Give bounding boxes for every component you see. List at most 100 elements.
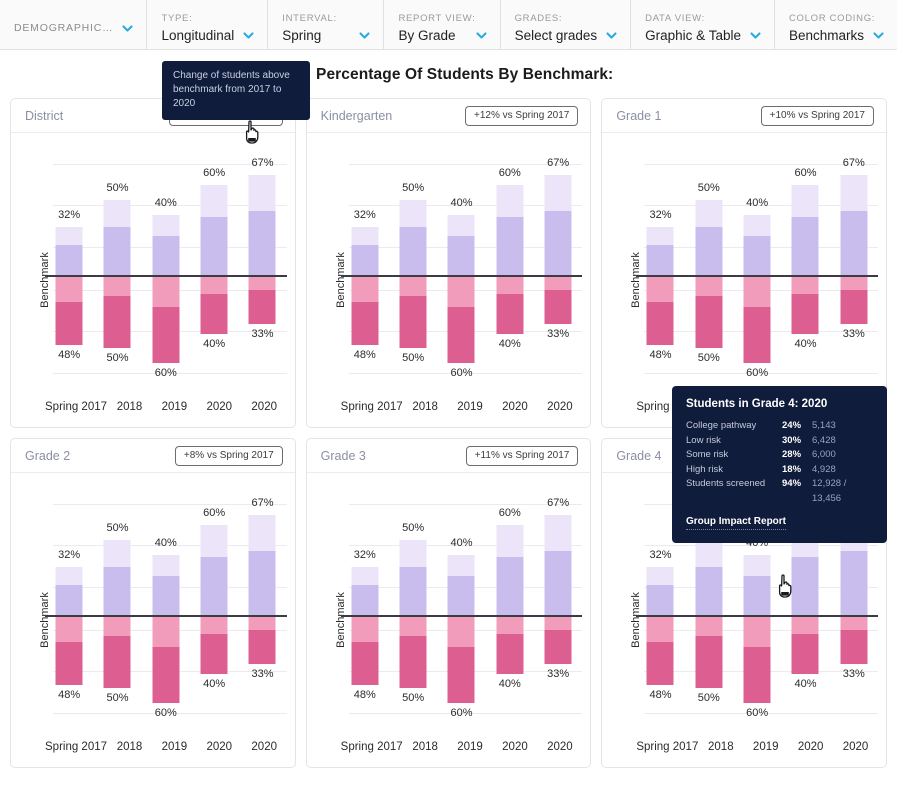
- benchmark-line: [340, 275, 583, 277]
- stacked-bar[interactable]: [248, 175, 276, 324]
- stacked-bar[interactable]: [200, 525, 228, 674]
- bar-column[interactable]: 67% 33%: [238, 481, 286, 731]
- stacked-bar[interactable]: [447, 215, 475, 363]
- stacked-bar[interactable]: [248, 515, 276, 664]
- bar-column[interactable]: 60% 40%: [190, 481, 238, 731]
- x-axis-tick: Spring 2017: [636, 741, 699, 753]
- stacked-bar[interactable]: [496, 185, 524, 334]
- bar-column[interactable]: 40% 60%: [437, 141, 485, 391]
- change-badge[interactable]: +11% vs Spring 2017: [465, 445, 579, 466]
- stacked-bar[interactable]: [544, 175, 572, 324]
- group-impact-report-link[interactable]: Group Impact Report: [686, 516, 787, 530]
- stacked-bar[interactable]: [840, 175, 868, 324]
- filter-data-view[interactable]: DATA VIEW: Graphic & Table: [631, 0, 775, 49]
- bar-column[interactable]: 50% 50%: [685, 141, 733, 391]
- change-badge[interactable]: +12% vs Spring 2017: [464, 105, 579, 126]
- chevron-down-icon[interactable]: [749, 29, 762, 42]
- bar-column[interactable]: 50% 50%: [93, 481, 141, 731]
- bar-segment: [791, 216, 819, 276]
- bar-column[interactable]: 67% 33%: [238, 141, 286, 391]
- x-axis-tick: Spring 2017: [340, 401, 403, 413]
- data-tooltip-row-percent: 28%: [782, 449, 802, 460]
- bar-column[interactable]: 40% 60%: [142, 481, 190, 731]
- bar-column[interactable]: 67% 33%: [534, 481, 582, 731]
- stacked-bar[interactable]: [496, 525, 524, 674]
- stacked-bar[interactable]: [743, 215, 771, 363]
- data-tooltip-row-percent: 24%: [782, 420, 802, 431]
- bar-column[interactable]: 50% 50%: [389, 141, 437, 391]
- bar-column[interactable]: 40% 60%: [733, 141, 781, 391]
- bar-segment: [55, 567, 83, 586]
- bar-column[interactable]: 60% 40%: [781, 141, 829, 391]
- x-axis-tick: Spring 2017: [45, 401, 108, 413]
- bar-segment: [840, 210, 868, 276]
- filter-color-coding[interactable]: COLOR CODING: Benchmarks: [775, 0, 897, 49]
- bar-column[interactable]: 67% 33%: [534, 141, 582, 391]
- chevron-down-icon[interactable]: [358, 29, 371, 42]
- stacked-bar[interactable]: [743, 555, 771, 703]
- bar-segment: [103, 275, 131, 296]
- bar-label-below: 33%: [842, 327, 865, 340]
- bar-segment: [200, 525, 228, 557]
- stacked-bar[interactable]: [200, 185, 228, 334]
- bar-label-above: 50%: [106, 522, 129, 535]
- bar-column[interactable]: 67% 33%: [830, 141, 878, 391]
- chevron-down-icon[interactable]: [121, 22, 134, 35]
- benchmark-line: [45, 615, 287, 617]
- chevron-down-icon[interactable]: [605, 29, 618, 42]
- bar-segment: [200, 216, 228, 276]
- filter-type[interactable]: TYPE: Longitudinal: [147, 0, 269, 49]
- stacked-bar[interactable]: [447, 555, 475, 703]
- stacked-bar[interactable]: [791, 525, 819, 674]
- chart-card-body: Benchmark32%48%50%50%40%60%60%40%67%33%S…: [307, 473, 591, 767]
- bar-column[interactable]: 50% 50%: [93, 141, 141, 391]
- change-badge[interactable]: +8% vs Spring 2017: [174, 445, 283, 466]
- bar-segment: [646, 301, 674, 346]
- bar-column[interactable]: 50% 50%: [389, 481, 437, 731]
- bar-series: 32% 48% 50% 50% 40% 60% 60% 40% 67% 33%: [636, 141, 878, 391]
- stacked-bar[interactable]: [544, 515, 572, 664]
- benchmark-line: [636, 275, 878, 277]
- bar-segment: [399, 567, 427, 616]
- stacked-bar[interactable]: [351, 227, 379, 346]
- bar-column[interactable]: 32% 48%: [45, 481, 93, 731]
- bar-segment: [840, 615, 868, 630]
- filter-demographic[interactable]: DEMOGRAPHIC…: [0, 0, 148, 49]
- bar-column[interactable]: 32% 48%: [341, 141, 389, 391]
- bar-label-above: 32%: [58, 549, 81, 562]
- bar-column[interactable]: 32% 48%: [636, 141, 684, 391]
- bar-column[interactable]: 60% 40%: [190, 141, 238, 391]
- stacked-bar[interactable]: [791, 185, 819, 334]
- bar-column[interactable]: 60% 40%: [486, 141, 534, 391]
- filter-report-view[interactable]: REPORT VIEW: By Grade: [384, 0, 501, 49]
- chevron-down-icon[interactable]: [242, 29, 255, 42]
- change-badge[interactable]: +10% vs Spring 2017: [760, 105, 874, 126]
- bar-label-above: 32%: [353, 209, 376, 222]
- bar-label-below: 48%: [353, 689, 376, 702]
- stacked-bar[interactable]: [351, 567, 379, 686]
- bar-column[interactable]: 32% 48%: [45, 141, 93, 391]
- bar-column[interactable]: 40% 60%: [437, 481, 485, 731]
- stacked-bar[interactable]: [646, 567, 674, 686]
- bar-label-above: 50%: [402, 182, 425, 195]
- stacked-bar[interactable]: [55, 567, 83, 686]
- stacked-bar[interactable]: [55, 227, 83, 346]
- stacked-bar[interactable]: [152, 215, 180, 363]
- data-tooltip-row-count: 6,428: [812, 434, 836, 446]
- bar-column[interactable]: 60% 40%: [486, 481, 534, 731]
- bar-column[interactable]: 40% 60%: [142, 141, 190, 391]
- filter-grades[interactable]: GRADES: Select grades: [501, 0, 632, 49]
- chevron-down-icon[interactable]: [872, 29, 885, 42]
- bar-column[interactable]: 32% 48%: [341, 481, 389, 731]
- plot-area: 32% 48% 50% 50% 40% 60% 60% 40% 67% 33%: [45, 481, 287, 731]
- header-strip: Percentage Of Students By Benchmark: Cha…: [0, 50, 897, 120]
- bar-label-above: 60%: [203, 507, 226, 520]
- bar-segment: [55, 301, 83, 346]
- stacked-bar[interactable]: [152, 555, 180, 703]
- filter-interval[interactable]: INTERVAL: Spring: [268, 0, 385, 49]
- chevron-down-icon[interactable]: [475, 29, 488, 42]
- stacked-bar[interactable]: [646, 227, 674, 346]
- x-axis-tick: 2020: [251, 401, 277, 413]
- bar-segment: [399, 615, 427, 636]
- x-axis-tick: 2018: [116, 741, 143, 753]
